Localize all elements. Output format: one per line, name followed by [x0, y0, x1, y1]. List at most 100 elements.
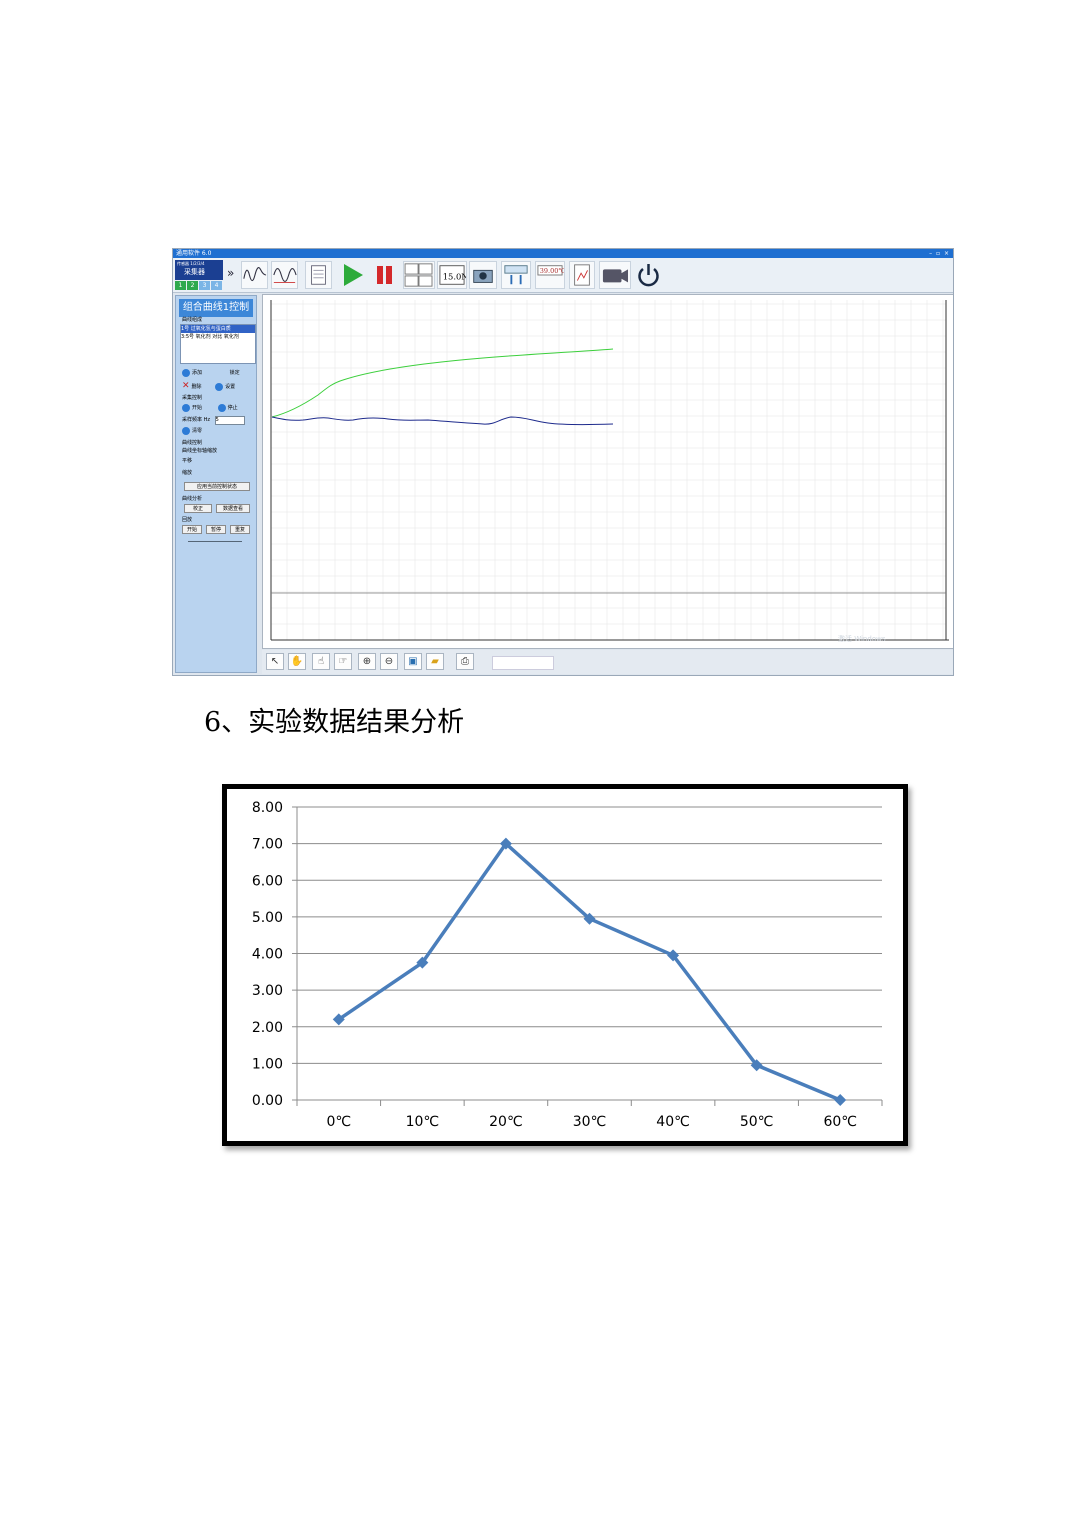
result-chart-svg: 0.00 1.00 2.00 3.00 4.00 5.00 6.00 7.00 8.00 0℃ 10…: [252, 800, 883, 1130]
green-curve: [271, 348, 614, 418]
open-folder-icon[interactable]: ▰: [426, 653, 444, 670]
zoom-control[interactable]: 缩放: [182, 468, 254, 478]
add-lock-row: 添加 锁定: [182, 368, 254, 378]
sample-rate-row: 采样频率 Hz 5: [182, 415, 254, 425]
delete-settings-row: ✕ 删除 设置: [182, 381, 254, 391]
pan-hand-icon[interactable]: ✋: [288, 653, 306, 670]
blue-curve: [271, 416, 614, 426]
plot-toolbar: ↖ ✋ ☝ ☞ ⊕ ⊖ ▣ ▰ ⎙: [262, 650, 953, 674]
svg-text:39.00℃: 39.00℃: [540, 267, 564, 275]
clear-row: 清零: [182, 426, 254, 436]
zoom-out-icon[interactable]: ⊖: [380, 653, 398, 670]
pause-icon[interactable]: [371, 261, 398, 289]
thermometer-display-icon[interactable]: 39.00℃: [535, 261, 565, 289]
power-icon[interactable]: [635, 261, 662, 289]
lock-button[interactable]: 锁定: [230, 370, 240, 376]
start-button[interactable]: 开始: [192, 405, 202, 411]
channel-tabs: 1 2 3 4: [175, 281, 223, 290]
channel-tab-2[interactable]: 2: [187, 281, 198, 290]
waveform-icon[interactable]: [241, 261, 268, 289]
delete-icon: ✕: [182, 381, 190, 391]
clear-button[interactable]: 清零: [192, 428, 202, 434]
digital-display-icon[interactable]: 15.0N: [437, 261, 467, 289]
zoom-in-icon[interactable]: ⊕: [358, 653, 376, 670]
app-title: 通用软件 6.0: [176, 250, 212, 257]
save-icon[interactable]: ▣: [404, 653, 422, 670]
svg-text:15.0N: 15.0N: [443, 272, 466, 282]
play-icon[interactable]: [339, 261, 366, 289]
channel-tab-3[interactable]: 3: [199, 281, 210, 290]
result-chart: 0.00 1.00 2.00 3.00 4.00 5.00 6.00 7.00 8.00 0℃ 10…: [222, 784, 908, 1146]
y-tick-label: 6.00: [252, 873, 283, 889]
report-icon[interactable]: [569, 261, 595, 289]
data-transfer-icon[interactable]: [501, 261, 531, 289]
y-tick-label: 2.00: [252, 1020, 283, 1036]
stop-button[interactable]: 停止: [228, 405, 238, 411]
x-tick-label: 30℃: [573, 1114, 607, 1130]
windows-watermark: 激活 Windows: [838, 634, 886, 643]
curve-list-item[interactable]: 1号 过氧化氢与蛋白质: [181, 325, 255, 333]
x-tick-label: 50℃: [740, 1114, 774, 1130]
video-camera-icon[interactable]: [599, 261, 631, 289]
settings-button[interactable]: 设置: [225, 384, 235, 390]
y-tick-label: 8.00: [252, 800, 283, 816]
sample-rate-select[interactable]: 5: [214, 416, 245, 425]
calibrate-button[interactable]: 校正: [184, 504, 212, 513]
section-heading: 6、实验数据结果分析: [204, 707, 465, 738]
realtime-plot[interactable]: 激活 Windows: [262, 294, 953, 649]
meter-display-icon[interactable]: [403, 261, 435, 289]
curve-list[interactable]: 1号 过氧化氢与蛋白质 3:5号 氧化剂 对比 氧化剂: [180, 324, 256, 364]
add-button[interactable]: 添加: [192, 370, 202, 376]
table-icon[interactable]: [305, 261, 332, 289]
x-tick-label: 40℃: [656, 1114, 690, 1130]
collector-name: 采集器: [184, 268, 205, 276]
data-point: [834, 1094, 847, 1106]
select-icon[interactable]: ☝: [312, 653, 330, 670]
analysis-label: 曲线分析: [182, 496, 203, 502]
camera-icon[interactable]: [469, 261, 497, 289]
clear-icon: [182, 426, 190, 435]
window-controls[interactable]: – ▫ ×: [929, 249, 950, 258]
channel-tab-1[interactable]: 1: [175, 281, 186, 290]
y-tick-label: 5.00: [252, 910, 283, 926]
sine-wave-icon[interactable]: [271, 261, 298, 289]
control-panel: 组合曲线1控制 曲线组成 1号 过氧化氢与蛋白质 3:5号 氧化剂 对比 氧化剂…: [175, 295, 257, 673]
select-region-icon[interactable]: ☞: [334, 653, 352, 670]
collector-badge[interactable]: 传感器 1/2/3/4 采集器: [175, 260, 223, 280]
y-tick-label: 4.00: [252, 947, 283, 963]
expand-chevron-icon[interactable]: »: [227, 266, 234, 280]
curve-list-item[interactable]: 3:5号 氧化剂 对比 氧化剂: [181, 333, 255, 341]
playback-replay-button[interactable]: 重复: [230, 525, 250, 534]
add-icon: [182, 368, 190, 377]
settings-icon: [215, 382, 224, 391]
playback-start-button[interactable]: 开始: [182, 525, 202, 534]
sample-rate-label: 采样频率 Hz: [182, 417, 210, 423]
start-icon: [182, 403, 190, 412]
data-view-button[interactable]: 数据查看: [216, 504, 250, 513]
lock-icon: [220, 369, 228, 377]
playback-slider[interactable]: [188, 541, 242, 542]
y-tick-label: 7.00: [252, 837, 283, 853]
start-stop-row: 开始 停止: [182, 403, 254, 413]
sample-control-label: 采集控制: [182, 395, 203, 401]
delete-button[interactable]: 删除: [192, 384, 202, 390]
y-tick-label: 1.00: [252, 1056, 283, 1072]
pointer-icon[interactable]: ↖: [266, 653, 284, 670]
translate-control[interactable]: 平移: [182, 456, 254, 466]
y-tick-label: 0.00: [252, 1093, 283, 1109]
apply-control-button[interactable]: 应用当前控制状态: [184, 482, 250, 491]
curve-option-checkbox[interactable]: 曲线坐标轴缩放: [182, 446, 254, 456]
y-tick-label: 3.00: [252, 983, 283, 999]
realtime-plot-svg: 激活 Windows: [270, 300, 949, 643]
status-field: [492, 656, 554, 670]
x-tick-label: 0℃: [326, 1114, 351, 1130]
playback-label: 回放: [182, 517, 193, 523]
x-tick-label: 60℃: [823, 1114, 857, 1130]
x-tick-label: 10℃: [406, 1114, 440, 1130]
channel-tab-4[interactable]: 4: [211, 281, 222, 290]
playback-pause-button[interactable]: 暂停: [206, 525, 226, 534]
print-icon[interactable]: ⎙: [456, 653, 474, 670]
app-titlebar: 通用软件 6.0 – ▫ ×: [173, 249, 953, 258]
stop-icon: [217, 403, 226, 412]
toolbar: 传感器 1/2/3/4 采集器 1 2 3 4 » 15.0N: [173, 258, 953, 293]
